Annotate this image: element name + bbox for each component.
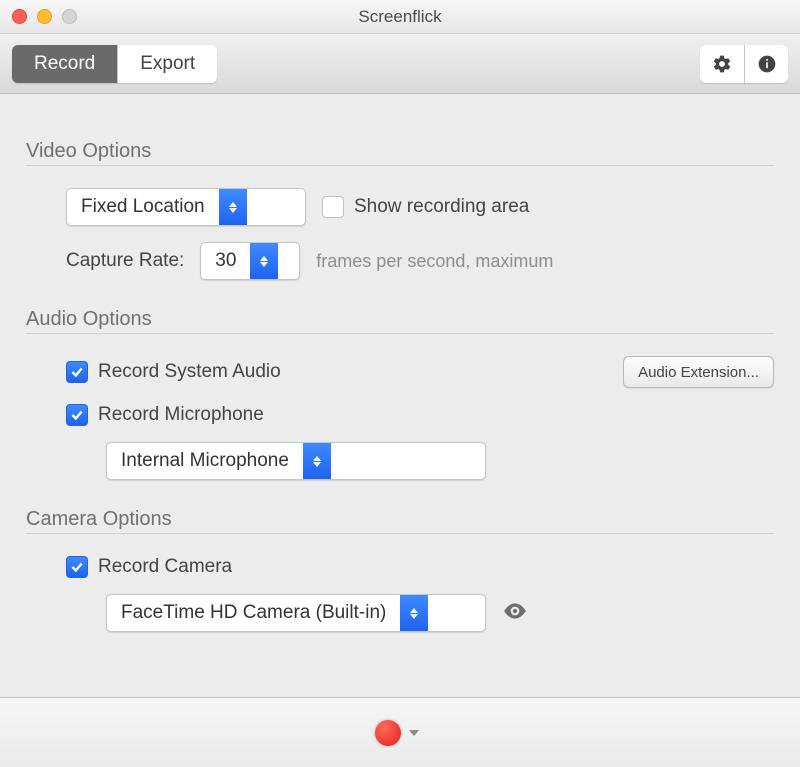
stepper-arrows-icon [250,243,278,279]
capture-rate-hint: frames per second, maximum [316,251,553,272]
record-icon [375,720,401,746]
record-microphone-checkbox[interactable] [66,404,88,426]
audio-options-title: Audio Options [26,308,774,331]
microphone-source-select[interactable]: Internal Microphone [106,442,486,480]
record-camera-label: Record Camera [98,556,232,578]
divider [26,165,774,166]
titlebar: Screenflick [0,0,800,34]
stepper-arrows-icon [400,595,428,631]
camera-source-select[interactable]: FaceTime HD Camera (Built-in) [106,594,486,632]
camera-preview-button[interactable] [502,598,528,629]
record-system-audio-checkbox[interactable] [66,361,88,383]
tab-record[interactable]: Record [12,45,117,83]
record-button[interactable] [369,716,431,750]
content: Video Options Fixed Location Show record… [0,94,800,632]
camera-options-title: Camera Options [26,508,774,531]
stepper-arrows-icon [219,189,247,225]
record-system-audio-label: Record System Audio [98,361,281,383]
record-microphone-label: Record Microphone [98,404,264,426]
info-icon [757,54,777,74]
tab-export[interactable]: Export [117,45,217,83]
bottom-bar [0,697,800,767]
record-camera-checkbox[interactable] [66,556,88,578]
close-window[interactable] [12,9,27,24]
capture-rate-select[interactable]: 30 [200,242,300,280]
utility-buttons [700,45,788,83]
show-recording-area-label: Show recording area [354,196,529,218]
video-options-title: Video Options [26,140,774,163]
capture-rate-value: 30 [201,250,250,272]
settings-button[interactable] [700,45,744,83]
camera-source-value: FaceTime HD Camera (Built-in) [107,602,400,624]
divider [26,333,774,334]
chevron-down-icon [409,730,419,736]
info-button[interactable] [744,45,788,83]
capture-rate-label: Capture Rate: [66,250,184,272]
toolbar: Record Export [0,34,800,94]
window-title: Screenflick [0,7,800,27]
location-select[interactable]: Fixed Location [66,188,306,226]
location-select-value: Fixed Location [67,196,219,218]
show-recording-area-checkbox[interactable] [322,196,344,218]
gear-icon [712,54,732,74]
zoom-window[interactable] [62,9,77,24]
stepper-arrows-icon [303,443,331,479]
audio-extension-button[interactable]: Audio Extension... [623,356,774,388]
minimize-window[interactable] [37,9,52,24]
microphone-source-value: Internal Microphone [107,450,303,472]
divider [26,533,774,534]
eye-icon [502,598,528,624]
mode-segmented-control: Record Export [12,45,217,83]
